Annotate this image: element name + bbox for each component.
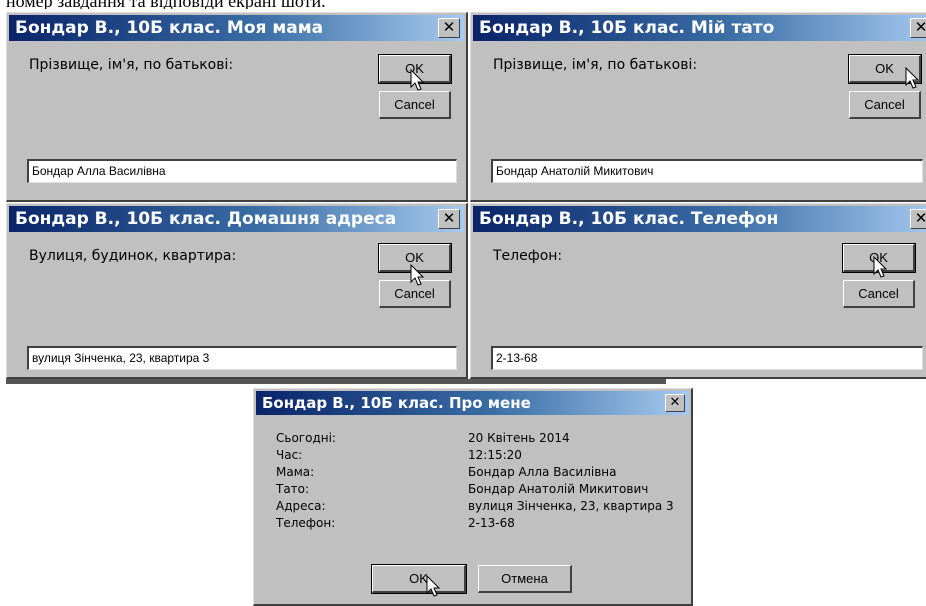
- dialog-telefon: Бондар В., 10Б клас. Телефон ✕ Телефон: …: [470, 203, 926, 379]
- background-strip: [6, 379, 666, 384]
- close-button[interactable]: ✕: [910, 209, 926, 229]
- dialog-adresa-titlebar[interactable]: Бондар В., 10Б клас. Домашня адреса ✕: [9, 206, 464, 232]
- address-input[interactable]: вулиця Зінченка, 23, квартира 3: [27, 346, 457, 370]
- cancel-button[interactable]: Отмена: [478, 565, 572, 593]
- close-icon: ✕: [442, 209, 456, 227]
- phone-input[interactable]: 2-13-68: [491, 346, 923, 370]
- dialog-mama-titlebar[interactable]: Бондар В., 10Б клас. Моя мама ✕: [9, 15, 464, 41]
- arrow-cursor-icon: [410, 69, 425, 91]
- close-icon: ✕: [915, 18, 926, 36]
- close-button[interactable]: ✕: [910, 18, 926, 38]
- cancel-button[interactable]: Cancel: [379, 91, 451, 119]
- info-value: 20 Квітень 2014: [468, 431, 570, 445]
- dialog-title: Бондар В., 10Б клас. Моя мама: [15, 18, 324, 38]
- page-caption: номер завдання та відповіди екрані шоти.: [6, 0, 606, 9]
- arrow-cursor-icon: [873, 256, 888, 278]
- prompt-label: Телефон:: [493, 248, 563, 264]
- ok-button[interactable]: OK: [371, 564, 467, 594]
- cancel-button[interactable]: Cancel: [843, 280, 915, 308]
- dialog-tato: Бондар В., 10Б клас. Мій тато ✕ Прізвище…: [470, 12, 926, 202]
- dialog-title: Бондар В., 10Б клас. Мій тато: [479, 18, 775, 38]
- dialog-mama: Бондар В., 10Б клас. Моя мама ✕ Прізвище…: [6, 12, 468, 202]
- name-input[interactable]: Бондар Алла Василівна: [27, 159, 457, 183]
- dialog-telefon-titlebar[interactable]: Бондар В., 10Б клас. Телефон ✕: [473, 206, 926, 232]
- name-input[interactable]: Бондар Анатолій Микитович: [491, 159, 923, 183]
- prompt-label: Прізвище, ім'я, по батькові:: [493, 57, 698, 73]
- arrow-cursor-icon: [410, 264, 425, 286]
- info-value: 2-13-68: [468, 516, 515, 530]
- close-button[interactable]: ✕: [438, 18, 460, 38]
- dialog-title: Бондар В., 10Б клас. Телефон: [479, 209, 779, 229]
- dialog-adresa: Бондар В., 10Б клас. Домашня адреса ✕ Ву…: [6, 203, 468, 379]
- info-label: Адреса:: [276, 499, 326, 513]
- close-icon: ✕: [442, 18, 456, 36]
- arrow-cursor-icon: [905, 67, 920, 89]
- info-label: Час:: [276, 448, 303, 462]
- close-icon: ✕: [669, 395, 681, 410]
- dialog-pro-mene-titlebar[interactable]: Бондар В., 10Б клас. Про мене ✕: [256, 391, 689, 415]
- dialog-pro-mene: Бондар В., 10Б клас. Про мене ✕ Сьогодні…: [253, 388, 693, 606]
- info-value: 12:15:20: [468, 448, 522, 462]
- dialog-title: Бондар В., 10Б клас. Про мене: [262, 394, 531, 412]
- arrow-cursor-icon: [426, 575, 441, 597]
- dialog-tato-titlebar[interactable]: Бондар В., 10Б клас. Мій тато ✕: [473, 15, 926, 41]
- dialog-title: Бондар В., 10Б клас. Домашня адреса: [15, 209, 397, 229]
- cancel-button[interactable]: Cancel: [849, 91, 921, 119]
- info-label: Телефон:: [276, 516, 336, 530]
- info-label: Мама:: [276, 465, 315, 479]
- info-value: Бондар Анатолій Микитович: [468, 482, 649, 496]
- prompt-label: Вулиця, будинок, квартира:: [29, 248, 237, 264]
- info-label: Сьогодні:: [276, 431, 336, 445]
- info-label: Тато:: [276, 482, 310, 496]
- info-value: вулиця Зінченка, 23, квартира 3: [468, 499, 674, 513]
- info-value: Бондар Алла Василівна: [468, 465, 617, 479]
- close-icon: ✕: [915, 209, 926, 227]
- prompt-label: Прізвище, ім'я, по батькові:: [29, 57, 234, 73]
- close-button[interactable]: ✕: [438, 209, 460, 229]
- close-button[interactable]: ✕: [665, 394, 685, 412]
